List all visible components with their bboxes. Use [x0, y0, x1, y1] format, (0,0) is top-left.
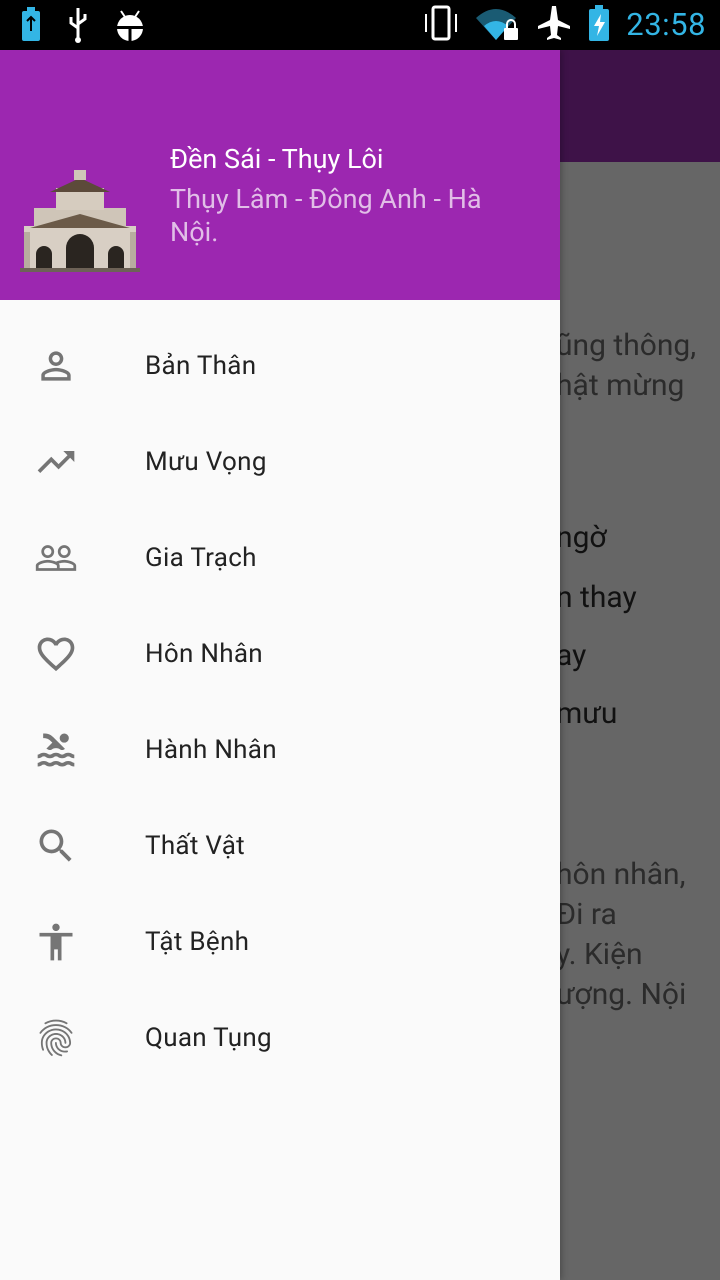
pool-icon	[37, 733, 75, 767]
menu-item-label: Gia Trạch	[145, 543, 257, 573]
bg-text-line: ũng thông,	[556, 328, 697, 363]
menu-item-label: Bản Thân	[145, 351, 257, 381]
menu-item-quan-tung[interactable]: Quan Tụng	[0, 990, 560, 1086]
menu-item-hon-nhan[interactable]: Hôn Nhân	[0, 606, 560, 702]
menu-item-label: Tật Bệnh	[145, 927, 250, 957]
battery-charging-icon	[586, 4, 612, 46]
airplane-icon	[534, 4, 572, 46]
temple-image	[20, 168, 140, 272]
menu-item-tat-benh[interactable]: Tật Bệnh	[0, 894, 560, 990]
wifi-lock-icon	[474, 4, 520, 46]
header-title: Đền Sái - Thụy Lôi	[170, 143, 384, 175]
menu-item-ban-than[interactable]: Bản Thân	[0, 318, 560, 414]
navigation-drawer: Đền Sái - Thụy Lôi Thụy Lâm - Đông Anh -…	[0, 50, 560, 1280]
bg-text-line: Đi ra	[556, 897, 617, 932]
menu-item-hanh-nhan[interactable]: Hành Nhân	[0, 702, 560, 798]
usb-icon	[66, 6, 90, 48]
menu-item-muu-vong[interactable]: Mưu Vọng	[0, 414, 560, 510]
menu-item-gia-trach[interactable]: Gia Trạch	[0, 510, 560, 606]
person-icon	[41, 351, 71, 381]
bg-text-line: hôn nhân,	[556, 857, 686, 892]
clock-time: 23:58	[626, 6, 706, 43]
menu-item-label: Quan Tụng	[145, 1023, 272, 1053]
accessibility-icon	[39, 923, 73, 961]
bg-text-line: ay	[556, 638, 587, 673]
bg-text-line: ngờ	[556, 520, 607, 555]
android-debug-icon	[112, 7, 148, 47]
drawer-header: Đền Sái - Thụy Lôi Thụy Lâm - Đông Anh -…	[0, 50, 560, 300]
trending-up-icon	[37, 451, 75, 473]
bg-text-line: y. Kiện	[556, 937, 643, 972]
menu-item-that-vat[interactable]: Thất Vật	[0, 798, 560, 894]
search-icon	[39, 829, 72, 862]
menu-item-label: Hôn Nhân	[145, 639, 263, 669]
bg-text-line: n thay	[556, 580, 637, 615]
bg-text-line: mưu	[556, 696, 618, 731]
fingerprint-icon	[39, 1019, 73, 1057]
status-bar: 23:58	[0, 0, 720, 50]
bg-text-line: hật mừng	[556, 368, 685, 403]
heart-icon	[37, 637, 75, 672]
header-subtitle: Thụy Lâm - Đông Anh - Hà Nội.	[170, 183, 482, 248]
bg-text-line: ượng. Nội	[556, 977, 687, 1012]
vibrate-icon	[422, 4, 460, 46]
drawer-menu: Bản Thân Mưu Vọng Gia Trạch Hôn Nhân Hàn…	[0, 318, 560, 1086]
menu-item-label: Hành Nhân	[145, 735, 277, 765]
people-icon	[35, 545, 77, 571]
menu-item-label: Thất Vật	[145, 831, 245, 861]
menu-item-label: Mưu Vọng	[145, 447, 267, 477]
battery-charging-icon	[18, 7, 44, 47]
